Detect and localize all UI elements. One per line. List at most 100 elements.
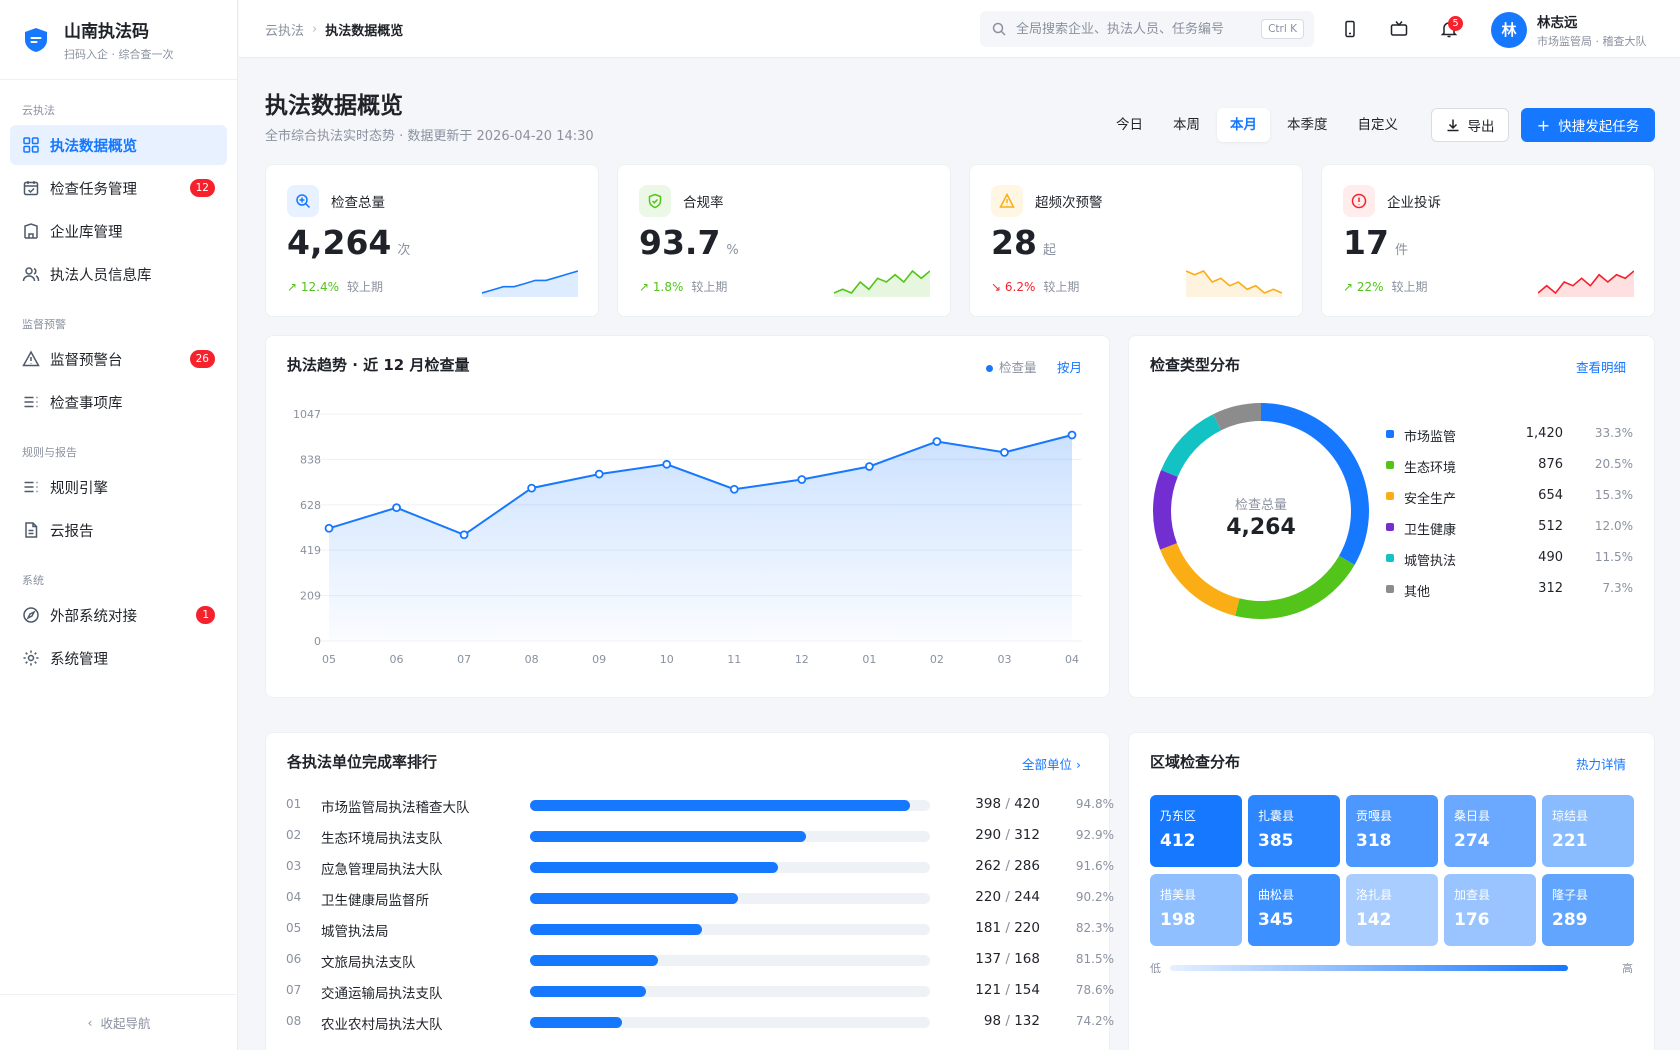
trend-point[interactable] xyxy=(527,483,537,493)
all-units-link[interactable]: 全部单位 › xyxy=(1022,754,1081,773)
trend-point[interactable] xyxy=(729,484,739,494)
warning-icon xyxy=(22,350,40,367)
sidebar-item-label: 检查任务管理 xyxy=(50,181,137,198)
range-today[interactable]: 今日 xyxy=(1103,108,1156,142)
progress-track xyxy=(530,862,930,873)
kpi-value-wrap: 17 件 xyxy=(1343,223,1408,262)
count-badge: 12 xyxy=(189,179,215,197)
range-quarter[interactable]: 本季度 xyxy=(1274,108,1341,142)
trend-point[interactable] xyxy=(1000,447,1009,457)
sidebar-item-overview[interactable]: 执法数据概览 xyxy=(10,125,227,165)
view-detail-link[interactable]: 查看明细 xyxy=(1576,357,1626,376)
donut-slice[interactable] xyxy=(1213,403,1261,431)
trend-point[interactable] xyxy=(864,462,874,471)
region-cell[interactable]: 措美县 198 xyxy=(1150,874,1242,946)
trend-point[interactable] xyxy=(1067,430,1077,440)
trend-point[interactable] xyxy=(324,523,334,533)
sidebar-item-rule-engine[interactable]: 规则引擎 xyxy=(10,467,227,507)
unit-name: 市场监管局执法稽查大队 xyxy=(321,800,470,816)
avatar: 林 xyxy=(1491,12,1527,48)
region-cell[interactable]: 贡嘎县 318 xyxy=(1346,795,1438,867)
brand[interactable]: 山南执法码 扫码入企 · 综合查一次 xyxy=(0,0,237,80)
nav-group-title: 规则与报告 xyxy=(22,446,77,459)
nav-group-system: 系统 外部系统对接 1 系统管理 xyxy=(0,570,237,678)
trend-point[interactable] xyxy=(392,503,401,513)
region-cell[interactable]: 洛扎县 142 xyxy=(1346,874,1438,946)
legend-item[interactable]: 城管执法 490 11.5% xyxy=(1386,548,1636,569)
region-name: 桑日县 xyxy=(1454,809,1491,823)
fraction-separator: / xyxy=(1001,889,1015,905)
user-menu[interactable]: 林 林志远 市场监管局 · 稽查大队 xyxy=(1491,11,1647,49)
ranking-row[interactable]: 04 卫生健康局监督所 220 / 244 90.2% xyxy=(286,888,1114,909)
quick-task-button[interactable]: + 快捷发起任务 xyxy=(1521,108,1655,142)
ranking-row[interactable]: 03 应急管理局执法大队 262 / 286 91.6% xyxy=(286,857,1114,878)
kpi-value: 17 xyxy=(1343,223,1389,262)
legend-item[interactable]: 其他 312 7.3% xyxy=(1386,579,1636,600)
donut-slice[interactable] xyxy=(1235,555,1355,619)
region-cell[interactable]: 乃东区 412 xyxy=(1150,795,1242,867)
sidebar-item-warning-desk[interactable]: 监督预警台 26 xyxy=(10,339,227,379)
mobile-icon[interactable] xyxy=(1340,19,1360,39)
completion-rate: 94.8% xyxy=(1075,797,1114,811)
range-month[interactable]: 本月 xyxy=(1217,108,1270,142)
tv-icon[interactable] xyxy=(1389,19,1409,39)
breadcrumb-root[interactable]: 云执法 xyxy=(265,20,304,39)
sidebar-item-system-settings[interactable]: 系统管理 xyxy=(10,638,227,678)
legend-item[interactable]: 安全生产 654 15.3% xyxy=(1386,486,1636,507)
ranking-row[interactable]: 06 文旅局执法支队 137 / 168 81.5% xyxy=(286,950,1114,971)
trend-chart: 0 209 419 628 838 1047 05 06 07 08 09 10 11 12 01 02 03 0… xyxy=(293,408,1082,666)
range-week[interactable]: 本周 xyxy=(1160,108,1213,142)
legend-swatch xyxy=(1386,523,1394,531)
ranking-row[interactable]: 01 市场监管局执法稽查大队 398 / 420 94.8% xyxy=(286,795,1114,816)
collapse-nav-button[interactable]: ‹ 收起导航 xyxy=(0,994,238,1050)
sidebar-item-tasks[interactable]: 检查任务管理 12 xyxy=(10,168,227,208)
region-cell[interactable]: 琼结县 221 xyxy=(1542,795,1634,867)
sidebar-item-integration[interactable]: 外部系统对接 1 xyxy=(10,595,227,635)
ranking-row[interactable]: 02 生态环境局执法支队 290 / 312 92.9% xyxy=(286,826,1114,847)
document-icon xyxy=(25,522,38,538)
legend-value: 654 xyxy=(1538,488,1563,503)
ranking-row[interactable]: 05 城管执法局 181 / 220 82.3% xyxy=(286,919,1114,940)
legend-item[interactable]: 市场监管 1,420 33.3% xyxy=(1386,424,1636,445)
range-custom[interactable]: 自定义 xyxy=(1345,108,1412,142)
donut-slice[interactable] xyxy=(1261,403,1369,565)
trend-point[interactable] xyxy=(459,530,469,540)
sidebar-item-enterprises[interactable]: 企业库管理 xyxy=(10,211,227,251)
user-name: 林志远 xyxy=(1537,15,1578,31)
legend-item[interactable]: 卫生健康 512 12.0% xyxy=(1386,517,1636,538)
y-tick-label: 838 xyxy=(300,453,321,466)
kpi-card-inspections[interactable]: 检查总量 4,264 次 ↗ 12.4% 较上期 xyxy=(265,164,599,317)
export-button[interactable]: 导出 xyxy=(1431,108,1509,142)
kpi-card-overfreq-alerts[interactable]: 超频次预警 28 起 ↘ 6.2% 较上期 xyxy=(969,164,1303,317)
sidebar-item-check-items[interactable]: 检查事项库 xyxy=(10,382,227,422)
region-cell[interactable]: 曲松县 345 xyxy=(1248,874,1340,946)
region-cell[interactable]: 桑日县 274 xyxy=(1444,795,1536,867)
region-cell[interactable]: 加查县 176 xyxy=(1444,874,1536,946)
global-search[interactable]: Ctrl K xyxy=(980,11,1314,47)
donut-slice[interactable] xyxy=(1160,543,1240,616)
fraction-separator: / xyxy=(1001,1013,1015,1029)
done-count: 137 xyxy=(975,951,1002,967)
trend-point[interactable] xyxy=(594,469,604,479)
search-input[interactable] xyxy=(1016,21,1256,37)
y-tick-label: 419 xyxy=(300,544,321,557)
kpi-card-complaints[interactable]: 企业投诉 17 件 ↗ 22% 较上期 xyxy=(1321,164,1655,317)
completion-rate: 92.9% xyxy=(1075,828,1114,842)
trend-point[interactable] xyxy=(932,437,942,446)
sidebar-item-label: 系统管理 xyxy=(50,651,108,668)
region-cell[interactable]: 隆子县 289 xyxy=(1542,874,1634,946)
trend-point[interactable] xyxy=(662,459,672,469)
region-cell[interactable]: 扎囊县 385 xyxy=(1248,795,1340,867)
fraction-separator: / xyxy=(1001,982,1015,998)
ranking-row[interactable]: 07 交通运输局执法支队 121 / 154 78.6% xyxy=(286,981,1114,1002)
heatmap-detail-link[interactable]: 热力详情 xyxy=(1576,754,1626,773)
ranking-row[interactable]: 08 农业农村局执法大队 98 / 132 74.2% xyxy=(286,1012,1114,1033)
kpi-card-compliance[interactable]: 合规率 93.7% ↗ 1.8% 较上期 xyxy=(617,164,951,317)
legend-item[interactable]: 生态环境 876 20.5% xyxy=(1386,455,1636,476)
sidebar-item-cloud-report[interactable]: 云报告 xyxy=(10,510,227,550)
unit-name: 文旅局执法支队 xyxy=(321,955,416,971)
donut-slice[interactable] xyxy=(1161,414,1222,477)
trend-point[interactable] xyxy=(797,475,807,484)
sidebar-item-officers[interactable]: 执法人员信息库 xyxy=(10,254,227,294)
done-count: 290 xyxy=(975,827,1002,843)
